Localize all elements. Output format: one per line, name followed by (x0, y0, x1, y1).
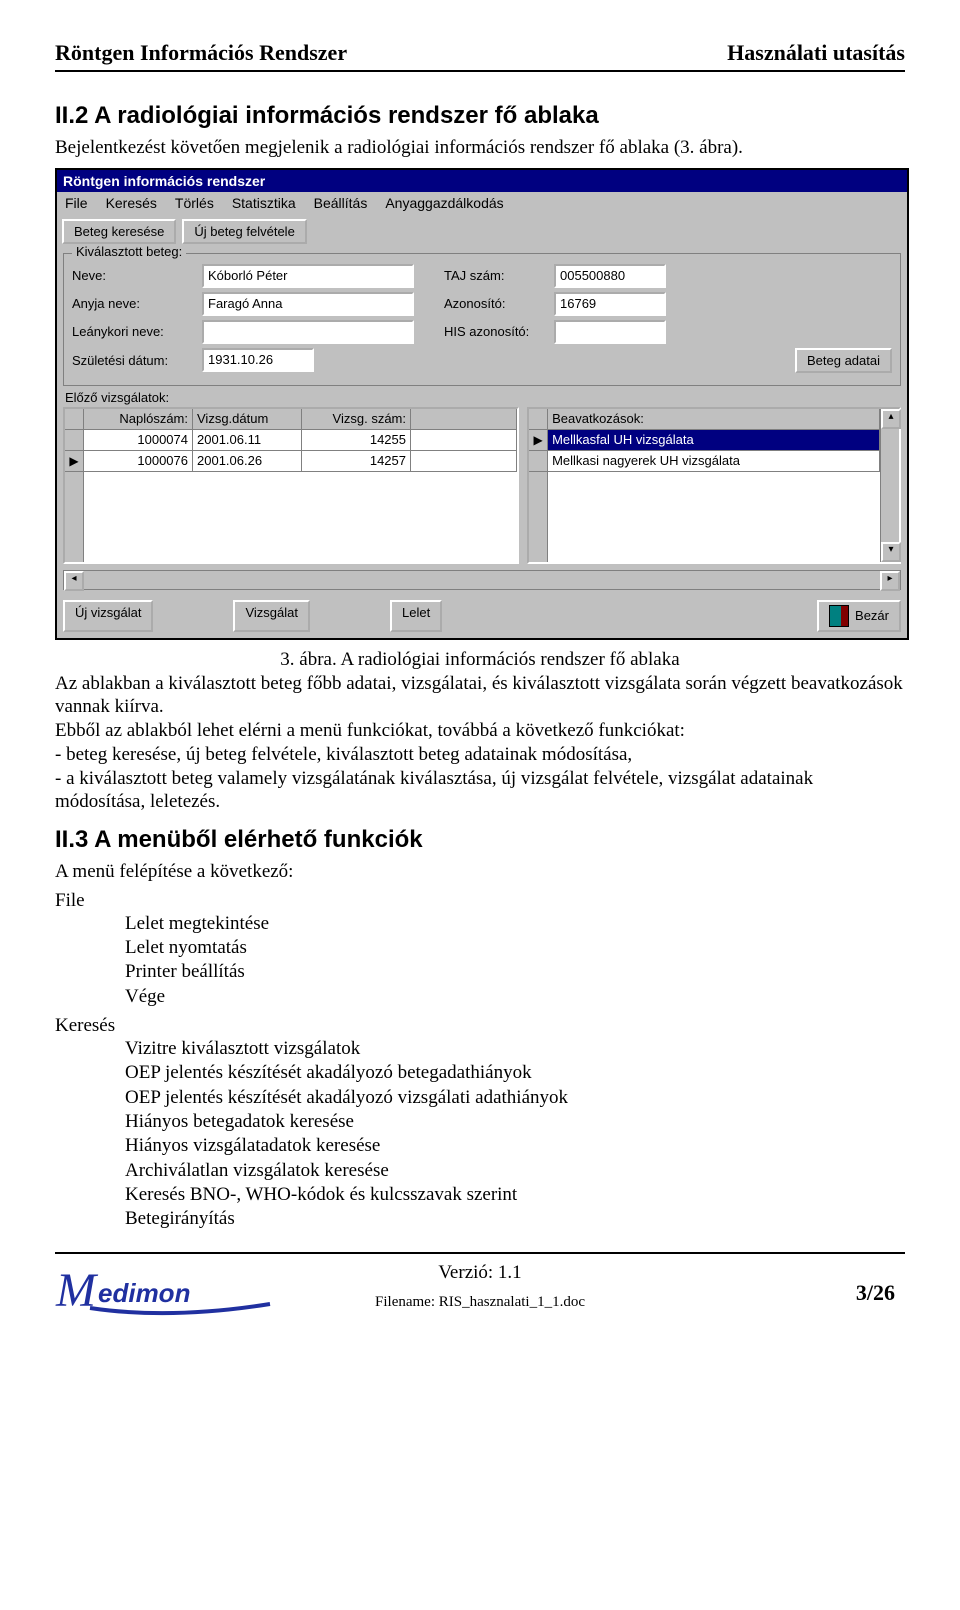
section-2-title: II.2 A radiológiai információs rendszer … (55, 102, 905, 130)
menu-item: Hiányos betegadatok keresése (125, 1110, 905, 1134)
menu-item: Vége (125, 985, 905, 1009)
svg-text:edimon: edimon (98, 1278, 190, 1308)
row-marker-column: ▶ (65, 409, 84, 562)
field-anyja[interactable]: Faragó Anna (202, 292, 414, 316)
door-icon (829, 605, 849, 627)
interventions-table[interactable]: ▶ Beavatkozások: Mellkasfal UH vizsgálat… (527, 407, 901, 564)
menu-item: Vizitre kiválasztott vizsgálatok (125, 1037, 905, 1061)
figure-caption: 3. ábra. A radiológiai információs rends… (55, 648, 905, 672)
menu-item: Archiválatlan vizsgálatok keresése (125, 1159, 905, 1183)
group-legend: Kiválasztott beteg: (72, 244, 186, 259)
menu-item: Hiányos vizsgálatadatok keresése (125, 1134, 905, 1158)
menu-torles[interactable]: Törlés (175, 195, 214, 211)
label-taj: TAJ szám: (444, 268, 554, 283)
field-szul[interactable]: 1931.10.26 (202, 348, 314, 372)
vertical-scrollbar[interactable]: ▴ ▾ (880, 409, 899, 562)
field-leany[interactable] (202, 320, 414, 344)
selected-patient-group: Kiválasztott beteg: Neve: Kóborló Péter … (63, 253, 901, 386)
medimon-logo: M edimon (50, 1260, 280, 1320)
table-row[interactable]: 1000076 2001.06.26 14257 (84, 451, 517, 472)
menubar: File Keresés Törlés Statisztika Beállítá… (57, 192, 907, 214)
menu-statisztika[interactable]: Statisztika (232, 195, 296, 211)
menu-item: Printer beállítás (125, 960, 905, 984)
menu-anyag[interactable]: Anyaggazdálkodás (385, 195, 503, 211)
header-left: Röntgen Információs Rendszer (55, 40, 347, 66)
menu-item: Betegirányítás (125, 1207, 905, 1231)
scroll-down-icon[interactable]: ▾ (881, 542, 901, 562)
lelet-button[interactable]: Lelet (390, 600, 442, 632)
field-his[interactable] (554, 320, 666, 344)
field-neve[interactable]: Kóborló Péter (202, 264, 414, 288)
menu-item: OEP jelentés készítését akadályozó beteg… (125, 1061, 905, 1085)
menu-beallitas[interactable]: Beállítás (314, 195, 368, 211)
col-vizsgszam: Vizsg. szám: (302, 409, 411, 430)
menu-item: Lelet megtekintése (125, 912, 905, 936)
page-footer: M edimon Verzió: 1.1 Filename: RIS_haszn… (55, 1252, 905, 1344)
scroll-right-icon[interactable]: ▸ (880, 571, 900, 591)
label-elozo: Előző vizsgálatok: (65, 390, 907, 405)
beteg-adatai-button[interactable]: Beteg adatai (795, 348, 892, 373)
bullet-2: - a kiválasztott beteg valamely vizsgála… (55, 767, 905, 815)
field-azon[interactable]: 16769 (554, 292, 666, 316)
paragraph-2: Ebből az ablakból lehet elérni a menü fu… (55, 719, 905, 743)
label-his: HIS azonosító: (444, 324, 554, 339)
row-marker-column: ▶ (529, 409, 548, 562)
table-row[interactable]: Mellkasi nagyerek UH vizsgálata (548, 451, 880, 472)
label-neve: Neve: (72, 268, 202, 283)
label-szul: Születési dátum: (72, 353, 202, 368)
menu-group-kereses: Keresés (55, 1015, 905, 1037)
page-number: 3/26 (856, 1280, 895, 1306)
col-vizsgdatum: Vizsg.dátum (193, 409, 302, 430)
col-beavatkozasok: Beavatkozások: (548, 409, 880, 430)
header-right: Használati utasítás (727, 40, 905, 66)
table-row-selected[interactable]: Mellkasfal UH vizsgálata (548, 430, 880, 451)
menu-item: OEP jelentés készítését akadályozó vizsg… (125, 1086, 905, 1110)
menu-file[interactable]: File (65, 195, 88, 211)
horizontal-scrollbar[interactable]: ◂ ▸ (63, 570, 901, 590)
menu-kereses[interactable]: Keresés (106, 195, 157, 211)
bullet-1: - beteg keresése, új beteg felvétele, ki… (55, 743, 905, 767)
label-leany: Leánykori neve: (72, 324, 202, 339)
header-rule (55, 70, 905, 72)
current-row-indicator: ▶ (529, 430, 547, 451)
section-2-intro: Bejelentkezést követően megjelenik a rad… (55, 136, 905, 160)
table-row[interactable]: 1000074 2001.06.11 14255 (84, 430, 517, 451)
section-3-title: II.3 A menüből elérhető funkciók (55, 826, 905, 854)
menu-item: Lelet nyomtatás (125, 936, 905, 960)
window-titlebar: Röntgen információs rendszer (57, 170, 907, 192)
section-3-intro: A menü felépítése a következő: (55, 860, 905, 884)
menu-group-file: File (55, 890, 905, 912)
label-azon: Azonosító: (444, 296, 554, 311)
bezar-button[interactable]: Bezár (817, 600, 901, 632)
paragraph-after-fig: Az ablakban a kiválasztott beteg főbb ad… (55, 672, 905, 720)
field-taj[interactable]: 005500880 (554, 264, 666, 288)
beteg-keresese-button[interactable]: Beteg keresése (62, 219, 176, 244)
vizsgalat-button[interactable]: Vizsgálat (233, 600, 310, 632)
scroll-up-icon[interactable]: ▴ (881, 409, 901, 429)
uj-beteg-felvetele-button[interactable]: Új beteg felvétele (182, 219, 306, 244)
current-row-indicator: ▶ (65, 451, 83, 472)
label-anyja: Anyja neve: (72, 296, 202, 311)
uj-vizsgalat-button[interactable]: Új vizsgálat (63, 600, 153, 632)
menu-item: Keresés BNO-, WHO-kódok és kulcsszavak s… (125, 1183, 905, 1207)
app-window: Röntgen információs rendszer File Keresé… (55, 168, 909, 640)
col-naploszam: Naplószám: (84, 409, 193, 430)
scroll-left-icon[interactable]: ◂ (64, 571, 84, 591)
exams-table[interactable]: ▶ Naplószám: Vizsg.dátum Vizsg. szám: 10… (63, 407, 519, 564)
